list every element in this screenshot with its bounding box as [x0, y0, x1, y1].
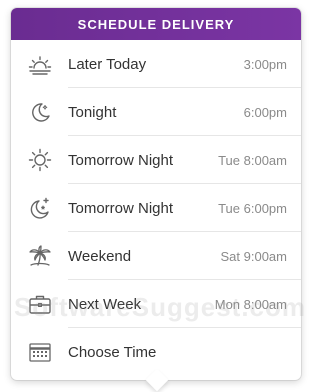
sunset-icon — [25, 49, 55, 79]
option-tonight[interactable]: Tonight 6:00pm — [11, 88, 301, 136]
option-time: Tue 6:00pm — [218, 200, 287, 216]
option-label: Tomorrow Night — [68, 199, 174, 217]
option-tomorrow-morning[interactable]: Tomorrow Night Tue 8:00am — [11, 136, 301, 184]
option-next-week[interactable]: Next Week Mon 8:00am — [11, 280, 301, 328]
sun-icon — [25, 145, 55, 175]
schedule-options-list: Later Today 3:00pm Tonight 6:00pm Tomorr… — [11, 40, 301, 376]
option-label: Weekend — [68, 247, 132, 265]
option-label: Later Today — [68, 55, 147, 73]
option-label: Tomorrow Night — [68, 151, 174, 169]
option-label: Tonight — [68, 103, 117, 121]
header-title: SCHEDULE DELIVERY — [77, 16, 235, 32]
option-time: Tue 8:00am — [218, 152, 287, 168]
option-later-today[interactable]: Later Today 3:00pm — [11, 40, 301, 88]
option-label: Next Week — [68, 295, 142, 313]
option-time: 6:00pm — [243, 104, 287, 120]
schedule-delivery-popover: SCHEDULE DELIVERY Later Today 3:00pm Ton… — [11, 8, 301, 392]
moon-star-icon — [25, 193, 55, 223]
moon-icon — [25, 97, 55, 127]
option-tomorrow-night[interactable]: Tomorrow Night Tue 6:00pm — [11, 184, 301, 232]
option-label: Choose Time — [68, 343, 157, 361]
option-weekend[interactable]: Weekend Sat 9:00am — [11, 232, 301, 280]
palm-tree-icon — [25, 241, 55, 271]
popover-header: SCHEDULE DELIVERY — [11, 8, 301, 40]
calendar-icon — [25, 337, 55, 367]
option-time: Sat 9:00am — [220, 248, 288, 264]
option-time: Mon 8:00am — [214, 296, 287, 312]
briefcase-icon — [25, 289, 55, 319]
option-time: 3:00pm — [243, 56, 287, 72]
